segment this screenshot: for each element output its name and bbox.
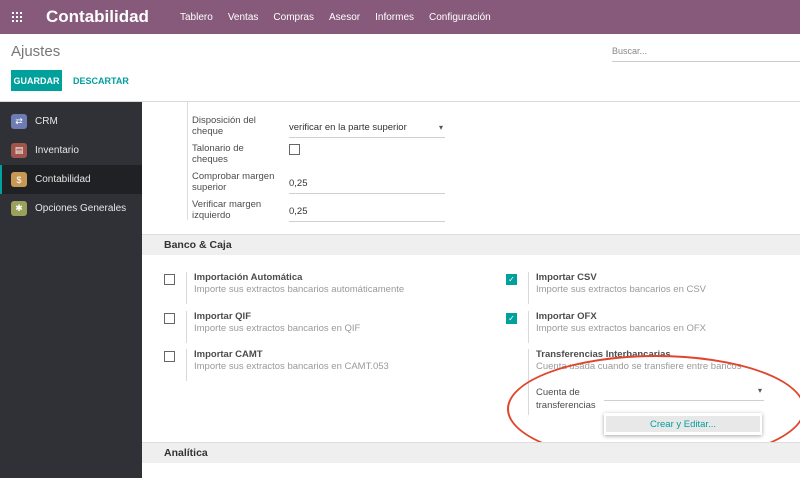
sidebar-item-label: Contabilidad bbox=[35, 174, 91, 185]
check-layout-row: Disposición del cheque verificar en la p… bbox=[192, 114, 445, 138]
top-margin-label: Comprobar margen superior bbox=[192, 171, 275, 193]
section-title-bank: Banco & Caja bbox=[164, 239, 232, 251]
apps-menu-icon[interactable] bbox=[0, 0, 34, 34]
check-stub-label: Talonario de cheques bbox=[192, 143, 244, 165]
save-button[interactable]: GUARDAR bbox=[11, 70, 62, 91]
transfer-account-dropdown: Crear y Editar... bbox=[604, 413, 762, 435]
top-margin-row: Comprobar margen superior 0,25 bbox=[192, 170, 445, 194]
option-import-camt: Importar CAMT Importe sus extractos banc… bbox=[164, 349, 484, 381]
page-title: Ajustes bbox=[11, 43, 61, 60]
option-automatic-import: Importación Automática Importe sus extra… bbox=[164, 272, 484, 304]
section-analytic: Analítica bbox=[142, 442, 800, 463]
menu-item-asesor[interactable]: Asesor bbox=[329, 12, 360, 23]
divider bbox=[186, 272, 187, 304]
transfer-account-select[interactable] bbox=[604, 385, 764, 401]
check-layout-select[interactable]: verificar en la parte superior bbox=[289, 118, 445, 138]
sidebar-item-label: Inventario bbox=[35, 145, 79, 156]
option-description: Importe sus extractos bancarios en OFX bbox=[536, 323, 707, 334]
option-description: Importe sus extractos bancarios automáti… bbox=[194, 284, 405, 295]
sidebar-item-crm[interactable]: ⇄ CRM bbox=[0, 107, 142, 136]
inventory-icon: ▤ bbox=[11, 143, 27, 158]
sidebar-item-inventario[interactable]: ▤ Inventario bbox=[0, 136, 142, 165]
option-title: Importar CSV bbox=[536, 272, 597, 283]
top-margin-input[interactable]: 0,25 bbox=[289, 174, 445, 194]
divider bbox=[528, 349, 529, 415]
accounting-icon: $ bbox=[11, 172, 27, 187]
crm-icon: ⇄ bbox=[11, 114, 27, 129]
left-margin-label: Verificar margen izquierdo bbox=[192, 199, 262, 221]
automatic-import-checkbox[interactable] bbox=[164, 274, 175, 285]
import-qif-checkbox[interactable] bbox=[164, 313, 175, 324]
menu-item-configuracion[interactable]: Configuración bbox=[429, 12, 491, 23]
import-camt-checkbox[interactable] bbox=[164, 351, 175, 362]
menu-item-ventas[interactable]: Ventas bbox=[228, 12, 259, 23]
option-import-qif: Importar QIF Importe sus extractos banca… bbox=[164, 311, 484, 343]
check-layout-label: Disposición del cheque bbox=[192, 115, 256, 137]
divider bbox=[186, 349, 187, 381]
main-menu: Tablero Ventas Compras Asesor Informes C… bbox=[180, 12, 506, 23]
option-import-ofx: ✓ Importar OFX Importe sus extractos ban… bbox=[506, 311, 786, 343]
check-stub-row: Talonario de cheques bbox=[192, 142, 300, 166]
divider bbox=[187, 102, 188, 220]
settings-sidebar: ⇄ CRM ▤ Inventario $ Contabilidad ✱ Opci… bbox=[0, 102, 142, 478]
control-panel: Ajustes GUARDAR DESCARTAR bbox=[0, 34, 800, 102]
search-input[interactable] bbox=[612, 42, 800, 60]
sidebar-item-opciones-generales[interactable]: ✱ Opciones Generales bbox=[0, 194, 142, 223]
gear-icon: ✱ bbox=[11, 201, 27, 216]
app-brand[interactable]: Contabilidad bbox=[46, 7, 164, 27]
sidebar-item-label: CRM bbox=[35, 116, 58, 127]
divider bbox=[186, 311, 187, 343]
option-description: Importe sus extractos bancarios en CAMT.… bbox=[194, 361, 389, 372]
option-import-csv: ✓ Importar CSV Importe sus extractos ban… bbox=[506, 272, 786, 304]
divider bbox=[528, 311, 529, 343]
left-margin-input[interactable]: 0,25 bbox=[289, 202, 445, 222]
create-edit-option[interactable]: Crear y Editar... bbox=[606, 416, 760, 432]
option-title: Importar QIF bbox=[194, 311, 252, 322]
option-description: Importe sus extractos bancarios en CSV bbox=[536, 284, 707, 295]
transfer-account-label: Cuenta de transferencias bbox=[536, 387, 596, 411]
settings-main: Disposición del cheque verificar en la p… bbox=[142, 102, 800, 478]
section-title-analytic: Analítica bbox=[164, 447, 208, 459]
option-title: Importar CAMT bbox=[194, 349, 263, 360]
option-title: Transferencias Interbancarias bbox=[536, 349, 671, 360]
option-title: Importación Automática bbox=[194, 272, 303, 283]
section-bank: Banco & Caja bbox=[142, 234, 800, 255]
option-description: Cuenta usada cuando se transfiere entre … bbox=[536, 361, 742, 372]
search-box bbox=[612, 42, 800, 62]
divider bbox=[528, 272, 529, 304]
top-navbar: Contabilidad Tablero Ventas Compras Ases… bbox=[0, 0, 800, 34]
menu-item-compras[interactable]: Compras bbox=[273, 12, 314, 23]
check-stub-checkbox[interactable] bbox=[289, 144, 300, 155]
menu-item-tablero[interactable]: Tablero bbox=[180, 12, 213, 23]
sidebar-item-contabilidad[interactable]: $ Contabilidad bbox=[0, 165, 142, 194]
option-description: Importe sus extractos bancarios en QIF bbox=[194, 323, 361, 334]
sidebar-item-label: Opciones Generales bbox=[35, 203, 127, 214]
import-ofx-checkbox[interactable]: ✓ bbox=[506, 313, 517, 324]
import-csv-checkbox[interactable]: ✓ bbox=[506, 274, 517, 285]
option-title: Importar OFX bbox=[536, 311, 597, 322]
discard-button[interactable]: DESCARTAR bbox=[73, 70, 129, 91]
left-margin-row: Verificar margen izquierdo 0,25 bbox=[192, 198, 445, 222]
menu-item-informes[interactable]: Informes bbox=[375, 12, 414, 23]
